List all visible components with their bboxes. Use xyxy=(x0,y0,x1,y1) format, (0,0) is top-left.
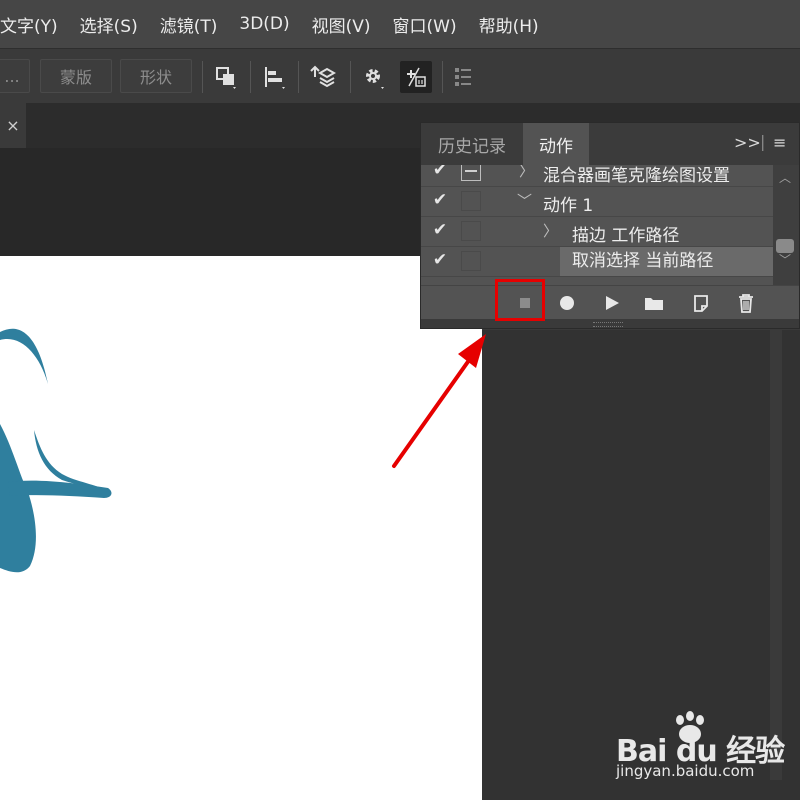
toggle-dialog-icon[interactable] xyxy=(461,251,481,271)
path-alignment-icon[interactable] xyxy=(258,61,290,93)
align-edges-icon[interactable] xyxy=(400,61,432,93)
divider: | xyxy=(760,132,766,151)
separator xyxy=(250,61,251,93)
menu-help[interactable]: 帮助(H) xyxy=(479,12,539,37)
command-label: 取消选择 当前路径 xyxy=(560,247,773,276)
list-item-command[interactable]: ✔ 〉 描边 工作路径 xyxy=(421,217,773,247)
action-set-label: 混合器画笔克隆绘图设置 xyxy=(543,166,730,186)
mask-button[interactable]: 蒙版 xyxy=(40,59,112,93)
separator xyxy=(298,61,299,93)
annotation-arrow xyxy=(392,334,486,468)
menu-filter[interactable]: 滤镜(T) xyxy=(160,12,218,37)
toggle-item-check-icon[interactable]: ✔ xyxy=(429,165,451,182)
actions-footer xyxy=(421,285,799,319)
scroll-down-icon[interactable]: ﹀ xyxy=(779,251,791,268)
command-label: 描边 工作路径 xyxy=(572,226,680,246)
collapse-chevron-icon[interactable]: ﹀ xyxy=(517,190,533,211)
separator xyxy=(442,61,443,93)
close-icon[interactable]: × xyxy=(0,103,26,148)
expand-chevron-icon[interactable]: 〉 xyxy=(519,165,535,181)
toggle-item-check-icon[interactable]: ✔ xyxy=(429,190,451,212)
actions-scrollbar[interactable]: ︿ ﹀ xyxy=(773,165,799,285)
baidu-watermark: Bai du 经验 jingyan.baidu.com xyxy=(616,710,786,790)
watermark-url: jingyan.baidu.com xyxy=(616,762,755,780)
play-button[interactable] xyxy=(598,290,626,316)
options-bar: ... 蒙版 形状 xyxy=(0,48,800,102)
panel-menu-icon[interactable]: ≡ xyxy=(773,133,786,152)
highlight-box xyxy=(495,279,545,321)
gear-icon[interactable] xyxy=(358,61,390,93)
trash-icon xyxy=(739,294,753,313)
actions-panel: 历史记录 动作 >> | ≡ ✔ 〉 混合器画笔克隆绘图设置 ✔ ﹀ 动作 1 … xyxy=(420,122,800,329)
toggle-dialog-icon[interactable] xyxy=(461,191,481,211)
menu-window[interactable]: 窗口(W) xyxy=(393,12,457,37)
separator xyxy=(350,61,351,93)
menu-type[interactable]: 文字(Y) xyxy=(0,12,58,37)
path-arrangement-icon[interactable] xyxy=(306,61,338,93)
scroll-up-icon[interactable]: ︿ xyxy=(779,169,791,186)
shape-button[interactable]: 形状 xyxy=(120,59,192,93)
tab-history[interactable]: 历史记录 xyxy=(421,123,523,165)
toggle-item-check-icon[interactable]: ✔ xyxy=(429,220,451,242)
action-label: 动作 1 xyxy=(543,196,594,216)
tab-actions[interactable]: 动作 xyxy=(523,123,589,165)
menu-select[interactable]: 选择(S) xyxy=(80,12,138,37)
record-button[interactable] xyxy=(553,290,581,316)
collapse-panel-icon[interactable]: >> xyxy=(734,133,761,152)
expand-chevron-icon[interactable]: 〉 xyxy=(543,220,559,241)
menu-bar: 文字(Y) 选择(S) 滤镜(T) 3D(D) 视图(V) 窗口(W) 帮助(H… xyxy=(0,0,800,48)
delete-button[interactable] xyxy=(732,290,760,316)
new-set-button[interactable] xyxy=(640,290,668,316)
actions-list: ✔ 〉 混合器画笔克隆绘图设置 ✔ ﹀ 动作 1 ✔ 〉 描边 工作路径 ✔ 取… xyxy=(421,165,773,285)
separator xyxy=(202,61,203,93)
play-icon xyxy=(606,296,619,310)
toggle-item-check-icon[interactable]: ✔ xyxy=(429,250,451,272)
new-action-button[interactable] xyxy=(687,290,715,316)
folder-icon xyxy=(645,298,663,310)
toggle-dialog-icon[interactable] xyxy=(461,165,481,181)
list-item-action[interactable]: ✔ ﹀ 动作 1 xyxy=(421,187,773,217)
menu-3d[interactable]: 3D(D) xyxy=(239,14,289,34)
panel-tab-bar: 历史记录 动作 >> | ≡ xyxy=(421,123,799,165)
list-item-action-set[interactable]: ✔ 〉 混合器画笔克隆绘图设置 xyxy=(421,165,773,187)
record-icon xyxy=(560,296,574,310)
list-item-command-selected[interactable]: ✔ 取消选择 当前路径 xyxy=(421,247,773,277)
path-operations-icon[interactable] xyxy=(210,61,242,93)
toggle-dialog-icon[interactable] xyxy=(461,221,481,241)
constrain-path-icon[interactable] xyxy=(448,61,480,93)
selection-button[interactable]: ... xyxy=(0,59,30,93)
menu-view[interactable]: 视图(V) xyxy=(312,12,371,37)
new-item-icon xyxy=(694,295,708,312)
